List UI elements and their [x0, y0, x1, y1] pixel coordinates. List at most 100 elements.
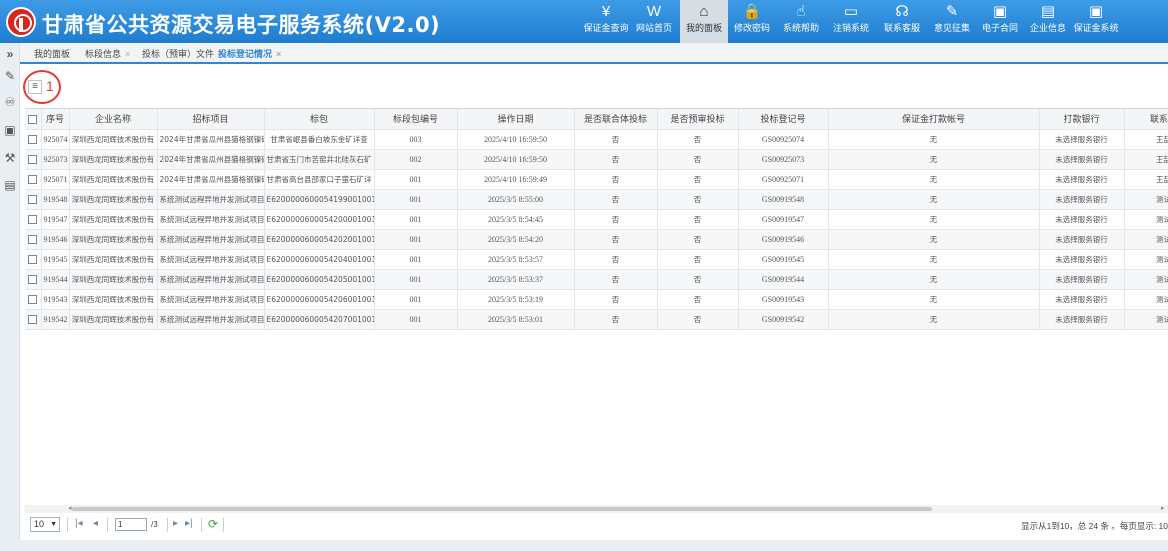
row-checkbox[interactable]: [28, 234, 38, 244]
expand-icon[interactable]: »: [2, 47, 18, 61]
row-select-cell[interactable]: [25, 289, 42, 310]
row-select-cell[interactable]: [25, 169, 42, 190]
badge-icon[interactable]: ▣: [2, 123, 18, 137]
tab-1[interactable]: 标段信息 ×: [85, 47, 130, 60]
card-icon: ▣: [992, 3, 1008, 20]
table-row[interactable]: 925071 深圳西龙同辉技术股份有 2024年甘肃省瓜州县猫格钢镍矿 甘肃省高台县邵…: [25, 169, 1168, 190]
next-page-icon[interactable]: ▸: [173, 518, 178, 529]
table-cell: 2025/3/5 8:53:19: [457, 289, 575, 310]
select-all-checkbox[interactable]: [28, 114, 38, 124]
table-row[interactable]: 919547 深圳西龙同辉技术股份有 系统测试远程异地并发测试项目 E62000006…: [25, 209, 1168, 230]
scroll-right-icon[interactable]: ▸: [1161, 504, 1165, 512]
row-select-cell[interactable]: [25, 269, 42, 290]
document-icon[interactable]: ▤: [2, 178, 18, 192]
handshake-icon[interactable]: ♾: [2, 95, 18, 109]
nav-label: 联系客服: [883, 23, 920, 33]
row-checkbox[interactable]: [28, 314, 38, 324]
select-all-cell[interactable]: [25, 109, 42, 130]
table-cell: GS00919546: [738, 229, 829, 250]
table-row[interactable]: 919544 深圳西龙同辉技术股份有 系统测试远程异地并发测试项目 E62000006…: [25, 269, 1168, 290]
close-icon[interactable]: ×: [125, 49, 130, 59]
table-row[interactable]: 919543 深圳西龙同辉技术股份有 系统测试远程异地并发测试项目 E62000006…: [25, 289, 1168, 310]
nav-change-password[interactable]: 🔒 修改密码: [728, 0, 776, 43]
column-header[interactable]: 打款银行: [1039, 109, 1125, 130]
table-row[interactable]: 925073 深圳西龙同辉技术股份有 2024年甘肃省瓜州县猫格钢镍矿 甘肃省玉门市苦…: [25, 149, 1168, 170]
column-header[interactable]: 保证金打款帐号: [828, 109, 1040, 130]
page-number-input[interactable]: 1: [115, 518, 147, 531]
row-select-cell[interactable]: [25, 309, 42, 330]
data-table: 序号 企业名称 招标项目 标包 标段包编号 操作日期 是否联合体投标 是否预审投标 投标登记号保…: [25, 109, 1168, 330]
nav-contact-service[interactable]: ☊ 联系客服: [878, 0, 926, 43]
prev-page-icon[interactable]: ◂: [93, 518, 98, 529]
row-checkbox[interactable]: [28, 274, 38, 284]
table-cell: 2025/3/5 8:54:45: [457, 209, 575, 230]
nav-logout[interactable]: ▭ 注销系统: [827, 0, 875, 43]
table-cell: 测试: [1124, 269, 1168, 290]
column-header[interactable]: 是否联合体投标: [574, 109, 658, 130]
nav-company-info[interactable]: ▤ 企业信息: [1024, 0, 1072, 43]
nav-system-help[interactable]: ☝ 系统帮助: [777, 0, 825, 43]
table-row[interactable]: 925074 深圳西龙同辉技术股份有 2024年甘肃省瓜州县猫格钢镍矿 甘肃省岷县番白…: [25, 129, 1168, 150]
row-select-cell[interactable]: [25, 129, 42, 150]
first-page-icon[interactable]: |◂: [75, 518, 83, 529]
refresh-icon[interactable]: ⟳: [208, 517, 218, 531]
last-page-icon[interactable]: ▸|: [185, 518, 193, 529]
table-cell: 2025/3/5 8:53:01: [457, 309, 575, 330]
nav-website-home[interactable]: W 网站首页: [630, 0, 678, 43]
nav-deposit-query[interactable]: ¥ 保证金查询: [582, 0, 630, 43]
row-checkbox[interactable]: [28, 154, 38, 164]
table-row[interactable]: 919545 深圳西龙同辉技术股份有 系统测试远程异地并发测试项目 E62000006…: [25, 249, 1168, 270]
table-row[interactable]: 919546 深圳西龙同辉技术股份有 系统测试远程异地并发测试项目 E62000006…: [25, 229, 1168, 250]
nav-label: 网站首页: [635, 23, 672, 33]
nav-label: 修改密码: [733, 23, 770, 33]
pager-divider: [167, 518, 168, 532]
row-checkbox[interactable]: [28, 294, 38, 304]
row-checkbox[interactable]: [28, 254, 38, 264]
page-size-select[interactable]: 10: [30, 517, 60, 532]
column-header[interactable]: 操作日期: [457, 109, 575, 130]
app-title: 甘肃省公共资源交易电子服务系统(V2.0): [42, 13, 441, 37]
table-row[interactable]: 919548 深圳西龙同辉技术股份有 系统测试远程异地并发测试项目 E62000006…: [25, 189, 1168, 210]
row-select-cell[interactable]: [25, 209, 42, 230]
nav-deposit-system[interactable]: ▣ 保证金系统: [1072, 0, 1120, 43]
table-cell: 否: [574, 229, 658, 250]
row-checkbox[interactable]: [28, 174, 38, 184]
column-header[interactable]: 企业名称: [69, 109, 158, 130]
column-header[interactable]: 招标项目: [157, 109, 265, 130]
scroll-left-icon[interactable]: ◂: [68, 504, 72, 512]
row-checkbox[interactable]: [28, 194, 38, 204]
column-header[interactable]: 标段包编号: [374, 109, 458, 130]
tab-2[interactable]: 投标（预审）文件 ×: [142, 47, 223, 60]
row-select-cell[interactable]: [25, 229, 42, 250]
edit-icon[interactable]: ✎: [2, 69, 18, 83]
nav-label: 企业信息: [1029, 23, 1066, 33]
table-cell: 系统测试远程异地并发测试项目: [157, 189, 265, 210]
table-cell: E6200000600054206001001系统: [264, 289, 375, 310]
row-select-cell[interactable]: [25, 249, 42, 270]
close-icon[interactable]: ×: [276, 49, 281, 59]
tab-3[interactable]: 投标登记情况 ×: [218, 47, 281, 60]
tab-label: 标段信息: [85, 49, 122, 59]
row-select-cell[interactable]: [25, 149, 42, 170]
nav-my-panel[interactable]: ⌂ 我的面板: [680, 0, 728, 43]
column-header[interactable]: 投标登记号: [738, 109, 829, 130]
nav-feedback[interactable]: ✎ 意见征集: [928, 0, 976, 43]
nav-label: 我的面板: [685, 23, 722, 33]
scrollbar-thumb[interactable]: [72, 507, 932, 511]
tab-0[interactable]: 我的面板: [34, 47, 70, 60]
column-header[interactable]: 序号: [41, 109, 70, 130]
nav-e-contract[interactable]: ▣ 电子合同: [976, 0, 1024, 43]
column-header[interactable]: 是否预审投标: [657, 109, 739, 130]
row-checkbox[interactable]: [28, 134, 38, 144]
row-checkbox[interactable]: [28, 214, 38, 224]
column-header[interactable]: 联系人: [1124, 109, 1168, 130]
row-select-cell[interactable]: [25, 189, 42, 210]
gavel-icon[interactable]: ⚒: [2, 151, 18, 165]
table-cell: 未选择服务银行: [1039, 169, 1125, 190]
table-row[interactable]: 919542 深圳西龙同辉技术股份有 系统测试远程异地并发测试项目 E62000006…: [25, 309, 1168, 330]
table-cell: E6200000600054205001001系统: [264, 269, 375, 290]
table-cell: 003: [374, 129, 458, 150]
column-header[interactable]: 标包: [264, 109, 375, 130]
table-cell: 001: [374, 309, 458, 330]
yen-icon: ¥: [601, 3, 611, 20]
